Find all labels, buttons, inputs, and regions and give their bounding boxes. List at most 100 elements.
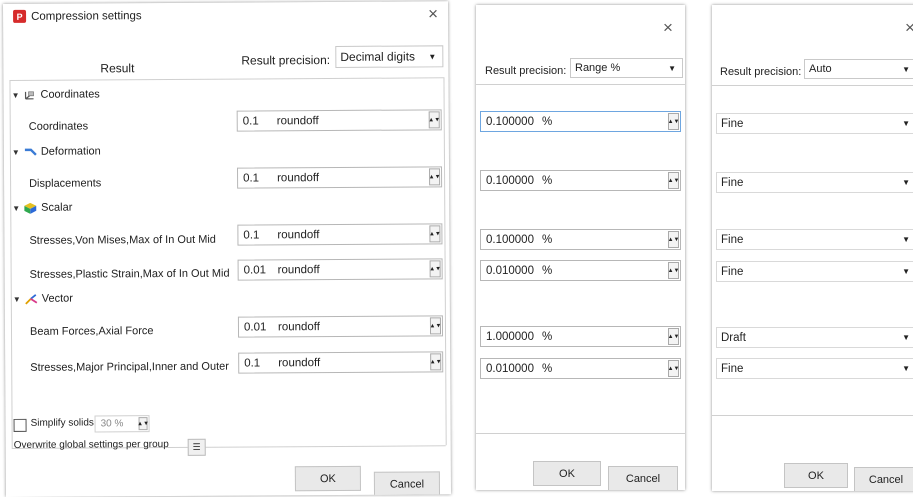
dialog-title: Compression settings — [31, 9, 142, 23]
spinner-icon[interactable]: ▲▼ — [430, 317, 441, 335]
range-field[interactable]: 0.010000 % ▲▼ — [480, 358, 681, 379]
spinner-icon[interactable]: ▲▼ — [429, 225, 441, 243]
precision-select-value: Range % — [575, 62, 621, 74]
precision-field[interactable]: 0.01 roundoff ▲▼ — [237, 315, 444, 338]
row-label: Coordinates — [28, 120, 89, 133]
range-precision-dialog: × Result precision: Range % ▼ 0.100000 %… — [476, 5, 685, 490]
quality-select[interactable]: Fine ▼ — [716, 229, 913, 250]
spinner-icon[interactable]: ▲▼ — [668, 231, 679, 248]
row-label: Stresses,Major Principal,Inner and Outer — [30, 360, 229, 374]
field-unit: % — [541, 115, 553, 128]
range-field[interactable]: 0.100000 % ▲▼ — [480, 170, 681, 191]
group-vector[interactable]: ▼ Vector — [13, 293, 73, 305]
close-icon[interactable]: × — [905, 19, 913, 36]
field-value: 0.1 — [243, 228, 260, 242]
chevron-down-icon: ▼ — [902, 333, 910, 342]
close-icon[interactable]: × — [428, 4, 438, 23]
app-logo-icon: P — [13, 9, 27, 23]
field-value: 0.100000 — [486, 233, 534, 246]
field-value: 0.100000 — [486, 115, 534, 128]
header-divider — [9, 77, 444, 81]
spinner-icon[interactable]: ▲▼ — [429, 260, 441, 278]
chevron-down-icon[interactable]: ▼ — [12, 203, 20, 212]
quality-select[interactable]: Fine ▼ — [716, 172, 913, 193]
precision-select[interactable]: Auto ▼ — [804, 59, 913, 79]
spinner-icon[interactable]: ▲▼ — [668, 113, 679, 130]
ok-button[interactable]: OK — [533, 461, 601, 486]
simplify-percent-field[interactable]: 30 % ▲▼ — [94, 415, 150, 433]
field-unit: roundoff — [277, 228, 320, 241]
tree-border-left — [9, 79, 13, 448]
field-unit: % — [541, 174, 553, 187]
quality-select[interactable]: Fine ▼ — [716, 358, 913, 379]
spinner-icon[interactable]: ▲▼ — [668, 360, 679, 377]
group-label: Deformation — [40, 145, 101, 158]
range-field[interactable]: 0.010000 % ▲▼ — [480, 260, 681, 281]
ok-button[interactable]: OK — [294, 465, 361, 492]
field-value: 0.100000 — [486, 174, 534, 187]
field-value: 0.01 — [243, 320, 267, 334]
spinner-icon[interactable]: ▲▼ — [668, 328, 679, 345]
field-value: 0.1 — [242, 114, 259, 128]
precision-field[interactable]: 0.01 roundoff ▲▼ — [237, 258, 443, 281]
cancel-button[interactable]: Cancel — [373, 471, 441, 497]
group-label: Vector — [41, 292, 73, 305]
precision-field[interactable]: 0.1 roundoff ▲▼ — [237, 223, 443, 246]
range-field[interactable]: 0.100000 % ▲▼ — [480, 111, 681, 132]
simplify-solids-checkbox[interactable] — [13, 418, 27, 432]
deformation-icon — [24, 148, 37, 156]
range-field[interactable]: 1.000000 % ▲▼ — [480, 326, 681, 347]
footer-divider — [712, 415, 913, 416]
row-label: Beam Forces,Axial Force — [29, 325, 154, 338]
spinner-icon[interactable]: ▲▼ — [668, 172, 679, 189]
row-label: Displacements — [29, 177, 102, 190]
simplify-solids-label: Simplify solids — [30, 417, 94, 429]
select-value: Draft — [721, 331, 746, 344]
row-label: Stresses,Von Mises,Max of In Out Mid — [29, 233, 216, 247]
group-scalar[interactable]: ▼ Scalar — [12, 202, 72, 214]
close-icon[interactable]: × — [663, 19, 673, 36]
chevron-down-icon: ▼ — [668, 63, 676, 73]
field-unit: roundoff — [277, 171, 320, 184]
row-label: Stresses,Plastic Strain,Max of In Out Mi… — [29, 267, 230, 281]
chevron-down-icon: ▼ — [902, 235, 910, 244]
list-settings-icon[interactable]: ☰ — [187, 438, 206, 456]
result-column-header: Result — [100, 61, 135, 76]
group-coordinates[interactable]: ▼ Coordinates — [12, 88, 100, 101]
field-value: 0.010000 — [486, 362, 534, 375]
quality-select[interactable]: Fine ▼ — [716, 113, 913, 134]
spinner-icon[interactable]: ▲▼ — [429, 168, 441, 186]
precision-field[interactable]: 0.1 roundoff ▲▼ — [238, 351, 444, 374]
group-label: Scalar — [41, 201, 73, 214]
tree-border-right — [443, 77, 447, 446]
precision-select-value: Decimal digits — [340, 49, 416, 64]
select-value: Fine — [721, 233, 744, 246]
precision-label: Result precision: — [241, 53, 331, 68]
chevron-down-icon[interactable]: ▼ — [12, 147, 20, 156]
precision-select[interactable]: Range % ▼ — [570, 58, 683, 78]
cancel-button[interactable]: Cancel — [854, 467, 913, 491]
precision-field[interactable]: 0.1 roundoff ▲▼ — [237, 166, 443, 189]
select-value: Fine — [721, 265, 744, 278]
precision-label: Result precision: — [720, 66, 802, 78]
spinner-icon[interactable]: ▲▼ — [668, 262, 679, 279]
field-unit: % — [541, 362, 553, 375]
chevron-down-icon[interactable]: ▼ — [13, 294, 21, 303]
group-deformation[interactable]: ▼ Deformation — [12, 145, 101, 158]
dialog-title-bar: P Compression settings — [13, 9, 142, 23]
cancel-button[interactable]: Cancel — [608, 466, 678, 490]
quality-select[interactable]: Fine ▼ — [716, 261, 913, 282]
precision-select[interactable]: Decimal digits ▼ — [335, 45, 444, 68]
range-field[interactable]: 0.100000 % ▲▼ — [480, 229, 681, 250]
field-unit: roundoff — [277, 263, 320, 276]
spinner-icon[interactable]: ▲▼ — [137, 417, 149, 431]
spinner-icon[interactable]: ▲▼ — [428, 111, 440, 129]
precision-field[interactable]: 0.1 roundoff ▲▼ — [236, 109, 442, 132]
select-value: Fine — [721, 362, 744, 375]
quality-select[interactable]: Draft ▼ — [716, 327, 913, 348]
chevron-down-icon: ▼ — [902, 267, 910, 276]
ok-button[interactable]: OK — [784, 463, 848, 488]
field-unit: roundoff — [278, 356, 321, 369]
spinner-icon[interactable]: ▲▼ — [430, 353, 442, 371]
chevron-down-icon[interactable]: ▼ — [12, 90, 20, 99]
